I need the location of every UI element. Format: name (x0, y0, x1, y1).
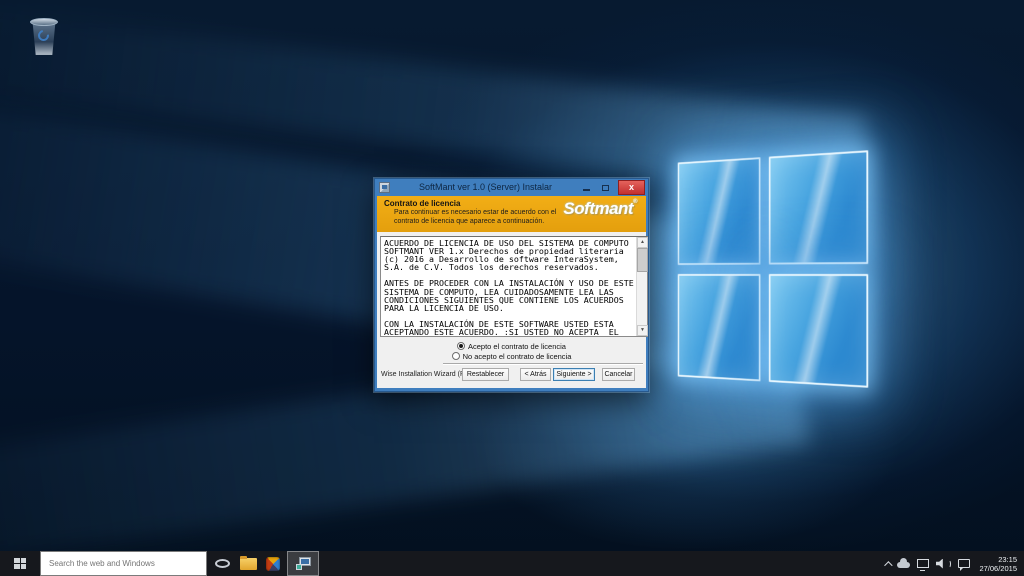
windows-start-icon (14, 558, 26, 569)
radio-accept-label: Acepto el contrato de licencia (468, 342, 566, 351)
cancel-button[interactable]: Cancelar (602, 368, 635, 381)
radio-dot (459, 344, 463, 348)
softmant-logo-text: Softmant (563, 199, 633, 218)
wizard-label: Wise Installation Wizard (R) (381, 371, 467, 378)
scroll-up-icon[interactable]: ▲ (637, 237, 648, 248)
radio-selected-icon (457, 342, 465, 350)
volume-icon[interactable] (936, 559, 946, 569)
radio-accept-license[interactable]: Acepto el contrato de licencia (377, 341, 646, 351)
installer-dialog: SoftMant ver 1.0 (Server) Instalar x Con… (374, 178, 649, 392)
reset-button[interactable]: Restablecer (462, 368, 509, 381)
clock-time: 23:15 (977, 555, 1017, 564)
radio-unselected-icon (452, 352, 460, 360)
network-icon[interactable] (917, 559, 929, 568)
taskbar: 23:15 27/06/2015 (0, 551, 1024, 576)
radio-decline-license[interactable]: No acepto el contrato de licencia (377, 351, 646, 361)
close-button[interactable]: x (618, 180, 645, 195)
task-view-icon[interactable] (215, 559, 230, 568)
footer-divider (443, 363, 643, 365)
installer-icon (379, 182, 390, 193)
radio-decline-label: No acepto el contrato de licencia (463, 352, 572, 361)
package-icon (296, 564, 302, 570)
scrollbar[interactable]: ▲ ▼ (636, 237, 647, 336)
windows-logo-pane (769, 274, 868, 388)
registered-mark: ® (633, 199, 637, 205)
windows-logo-pane (769, 150, 868, 264)
license-radio-group: Acepto el contrato de licencia No acepto… (377, 341, 646, 361)
license-textbox[interactable]: ACUERDO DE LICENCIA DE USO DEL SISTEMA D… (380, 236, 648, 337)
license-header: Contrato de licencia Para continuar es n… (377, 196, 646, 232)
softmant-logo: Softmant® (563, 199, 637, 219)
recycle-bin-icon[interactable] (31, 18, 57, 56)
tray-expand-chevron-icon[interactable] (884, 561, 892, 569)
dialog-titlebar[interactable]: SoftMant ver 1.0 (Server) Instalar x (377, 179, 646, 196)
license-text: ACUERDO DE LICENCIA DE USO DEL SISTEMA D… (384, 239, 634, 335)
dialog-title: SoftMant ver 1.0 (Server) Instalar (394, 179, 577, 196)
scrollbar-thumb[interactable] (637, 248, 648, 272)
action-center-icon[interactable] (958, 559, 970, 568)
onedrive-cloud-icon[interactable] (897, 562, 910, 568)
media-app-icon[interactable] (266, 557, 280, 571)
recycle-bin-rim (30, 18, 58, 26)
header-subtitle-line2: contrato de licencia que aparece a conti… (394, 218, 556, 227)
file-explorer-icon[interactable] (240, 558, 257, 570)
start-button[interactable] (0, 551, 40, 576)
maximize-button[interactable] (596, 181, 615, 195)
windows-logo-pane (678, 157, 761, 265)
scroll-down-icon[interactable]: ▼ (637, 325, 648, 336)
taskbar-search[interactable] (40, 551, 207, 576)
search-input[interactable] (40, 551, 207, 576)
system-tray: 23:15 27/06/2015 (884, 551, 1019, 576)
windows-logo-wallpaper (678, 150, 872, 398)
header-subtitle: Para continuar es necesario estar de acu… (394, 209, 556, 226)
maximize-icon (602, 185, 609, 191)
minimize-icon (583, 189, 590, 191)
next-button[interactable]: Siguiente > (553, 368, 595, 381)
volume-wave-icon (947, 560, 951, 568)
minimize-button[interactable] (577, 181, 596, 195)
dialog-body: Contrato de licencia Para continuar es n… (377, 196, 646, 388)
active-installer-task[interactable] (287, 551, 319, 576)
installer-taskbar-icon (296, 557, 311, 570)
windows-logo-pane (678, 274, 761, 381)
header-title: Contrato de licencia (384, 199, 460, 208)
header-subtitle-line1: Para continuar es necesario estar de acu… (394, 209, 556, 218)
taskbar-clock[interactable]: 23:15 27/06/2015 (977, 555, 1019, 573)
clock-date: 27/06/2015 (977, 564, 1017, 573)
back-button[interactable]: < Atrás (520, 368, 551, 381)
desktop: SoftMant ver 1.0 (Server) Instalar x Con… (0, 0, 1024, 576)
